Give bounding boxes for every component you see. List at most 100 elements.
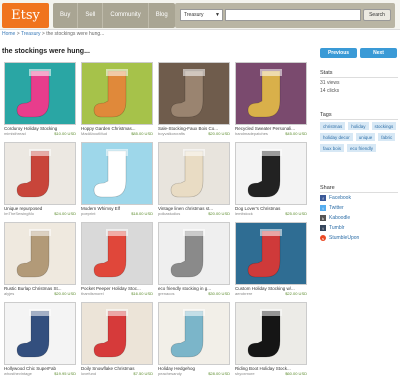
stocking-graphic bbox=[16, 69, 51, 118]
shop-name[interactable]: handmadepatches bbox=[235, 131, 268, 136]
product-image[interactable] bbox=[4, 142, 76, 205]
breadcrumb-current: the stockings were hung... bbox=[46, 31, 105, 37]
shop-name[interactable]: mimisthread bbox=[4, 131, 26, 136]
share-tumblr[interactable]: t Tumblr bbox=[320, 225, 398, 231]
product-image[interactable] bbox=[158, 62, 230, 125]
breadcrumb-home[interactable]: Home bbox=[2, 31, 15, 37]
shop-name[interactable]: aerobrere bbox=[235, 291, 252, 296]
shop-name[interactable]: lovefund bbox=[81, 371, 96, 376]
tag-faux-bois[interactable]: faux bois bbox=[320, 144, 345, 152]
search-scope-select[interactable]: Treasury ▼ bbox=[180, 9, 223, 21]
product-image[interactable] bbox=[4, 302, 76, 365]
product-card[interactable]: Dog Lover's Christmas lemitstock $25.00 US… bbox=[235, 142, 307, 218]
shop-name[interactable]: ImTheSewingMo bbox=[4, 211, 34, 216]
breadcrumb: Home > Treasury > the stockings were hun… bbox=[2, 31, 104, 37]
product-image[interactable] bbox=[81, 142, 153, 205]
stats-clicks: 14 clicks bbox=[320, 88, 340, 94]
tumblr-icon: t bbox=[320, 225, 326, 231]
product-image[interactable] bbox=[235, 142, 307, 205]
product-price: $18.00 USD bbox=[131, 211, 153, 216]
product-card[interactable]: Modern Whimsy Elf poeprint $18.00 USD bbox=[81, 142, 153, 218]
product-image[interactable] bbox=[158, 302, 230, 365]
stocking-graphic bbox=[16, 229, 51, 278]
stocking-graphic bbox=[16, 309, 51, 358]
product-price: $60.00 USD bbox=[285, 371, 307, 376]
product-card[interactable]: Corduroy Holiday Stocking mimisthread $10.… bbox=[4, 62, 76, 138]
tag-stockings[interactable]: stockings bbox=[371, 122, 397, 130]
product-image[interactable] bbox=[158, 142, 230, 205]
search-input[interactable] bbox=[225, 9, 361, 21]
shop-name[interactable]: thamilsmorel bbox=[81, 291, 104, 296]
nav-blog[interactable]: Blog bbox=[149, 3, 175, 28]
product-meta: boyvalkorcrafts $20.00 USD bbox=[158, 131, 230, 136]
stocking-graphic bbox=[93, 69, 128, 118]
product-image[interactable] bbox=[235, 62, 307, 125]
shop-name[interactable]: grenacos bbox=[158, 291, 174, 296]
shop-name[interactable]: alyjes bbox=[4, 291, 14, 296]
product-image[interactable] bbox=[235, 222, 307, 285]
product-image[interactable] bbox=[235, 302, 307, 365]
page-title: the stockings were hung... bbox=[2, 48, 90, 55]
product-card[interactable]: Vintage linen christmas st... polkastudio… bbox=[158, 142, 230, 218]
tag-holiday-decor[interactable]: holiday decor bbox=[320, 133, 353, 141]
product-price: $7.50 USD bbox=[133, 371, 153, 376]
share-twitter[interactable]: t Twitter bbox=[320, 205, 398, 211]
shop-name[interactable]: MadAboutMud bbox=[81, 131, 107, 136]
tag-fabric[interactable]: fabric bbox=[378, 133, 396, 141]
product-image[interactable] bbox=[4, 62, 76, 125]
product-image[interactable] bbox=[158, 222, 230, 285]
nav-community[interactable]: Community bbox=[103, 3, 149, 28]
product-card[interactable]: Recycled Sweater Personali... handmadepat… bbox=[235, 62, 307, 138]
product-meta: ImTheSewingMo $24.00 USD bbox=[4, 211, 76, 216]
etsy-logo[interactable]: Etsy bbox=[2, 3, 49, 28]
product-meta: shyoxmore $60.00 USD bbox=[235, 371, 307, 376]
shop-name[interactable]: whosthevintage bbox=[4, 371, 32, 376]
search-button[interactable]: Search bbox=[363, 9, 391, 21]
share-stumbleupon[interactable]: s StumbleUpon bbox=[320, 235, 398, 241]
product-card[interactable]: Hoppy Garden Christmas... MadAboutMud $85.… bbox=[81, 62, 153, 138]
shop-name[interactable]: lemitstock bbox=[235, 211, 253, 216]
product-image[interactable] bbox=[81, 62, 153, 125]
product-card[interactable]: Custom Holiday Stocking w/... aerobrere $2… bbox=[235, 222, 307, 298]
nav-sell[interactable]: Sell bbox=[78, 3, 104, 28]
product-meta: mimisthread $10.00 USD bbox=[4, 131, 76, 136]
product-card[interactable]: Holiday Hedgehog peachesandy $28.00 USD bbox=[158, 302, 230, 378]
stocking-graphic bbox=[93, 149, 128, 198]
product-image[interactable] bbox=[81, 302, 153, 365]
product-image[interactable] bbox=[81, 222, 153, 285]
chevron-down-icon: ▼ bbox=[215, 12, 220, 18]
tag-unique[interactable]: unique bbox=[355, 133, 376, 141]
product-card[interactable]: Doily Snowflake Christmas lovefund $7.50 U… bbox=[81, 302, 153, 378]
next-button[interactable]: Next bbox=[360, 48, 397, 58]
product-meta: MadAboutMud $85.00 USD bbox=[81, 131, 153, 136]
product-card[interactable]: Unique repurposed ImTheSewingMo $24.00 USD bbox=[4, 142, 76, 218]
product-meta: handmadepatches $45.00 USD bbox=[235, 131, 307, 136]
product-price: $10.00 USD bbox=[54, 131, 76, 136]
shop-name[interactable]: poeprint bbox=[81, 211, 95, 216]
breadcrumb-treasury[interactable]: Treasury bbox=[21, 31, 41, 37]
shop-name[interactable]: peachesandy bbox=[158, 371, 182, 376]
stocking-graphic bbox=[170, 229, 205, 278]
product-card[interactable]: Rustic Burlap Christmas St... alyjes $20.0… bbox=[4, 222, 76, 298]
product-card[interactable]: eco friendly stocking in g... grenacos $30… bbox=[158, 222, 230, 298]
product-card[interactable]: Sale-Stocking-Faux Bois Co... boyvalkorcr… bbox=[158, 62, 230, 138]
nav-buy[interactable]: Buy bbox=[53, 3, 79, 28]
product-meta: poeprint $18.00 USD bbox=[81, 211, 153, 216]
shop-name[interactable]: boyvalkorcrafts bbox=[158, 131, 185, 136]
product-card[interactable]: Pocket Peeper Holiday Stoc... thamilsmore… bbox=[81, 222, 153, 298]
tag-christmas[interactable]: christmas bbox=[320, 122, 346, 130]
product-meta: aerobrere $22.00 USD bbox=[235, 291, 307, 296]
previous-button[interactable]: Previous bbox=[320, 48, 357, 58]
shop-name[interactable]: polkastudios bbox=[158, 211, 180, 216]
product-price: $28.00 USD bbox=[208, 371, 230, 376]
share-facebook[interactable]: f Facebook bbox=[320, 195, 398, 201]
shop-name[interactable]: shyoxmore bbox=[235, 371, 255, 376]
tag-holiday[interactable]: holiday bbox=[348, 122, 369, 130]
share-label: Facebook bbox=[329, 195, 351, 201]
product-card[interactable]: Riding Boot Holiday Stock... shyoxmore $60… bbox=[235, 302, 307, 378]
product-card[interactable]: Hollywood Chic SuperFab whosthevintage $19… bbox=[4, 302, 76, 378]
twitter-icon: t bbox=[320, 205, 326, 211]
product-image[interactable] bbox=[4, 222, 76, 285]
share-kaboodle[interactable]: k Kaboodle bbox=[320, 215, 398, 221]
tag-eco-friendly[interactable]: eco friendly bbox=[347, 144, 377, 152]
